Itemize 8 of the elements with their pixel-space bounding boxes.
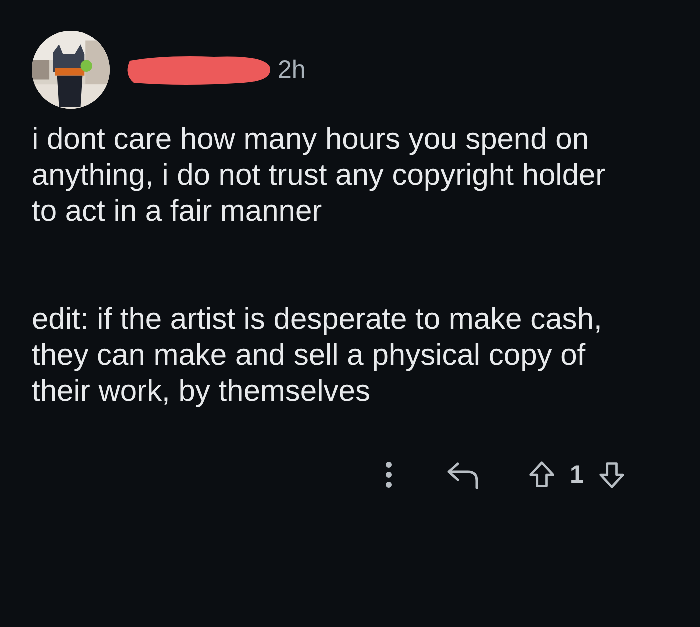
more-icon (384, 460, 394, 490)
vote-count: 1 (570, 460, 584, 490)
timestamp: 2h (278, 56, 306, 84)
comment-text: edit: if the artist is desperate to make cash, they can make and sell a physical copy of their work, by themselves (32, 302, 604, 410)
up-arrow-icon (528, 460, 556, 490)
down-arrow-icon (598, 460, 626, 490)
reply-icon (446, 460, 480, 490)
comment-text: i dont care how many hours you spend on anything, i do not trust any copyright holder to act in a fair manner (32, 122, 607, 230)
